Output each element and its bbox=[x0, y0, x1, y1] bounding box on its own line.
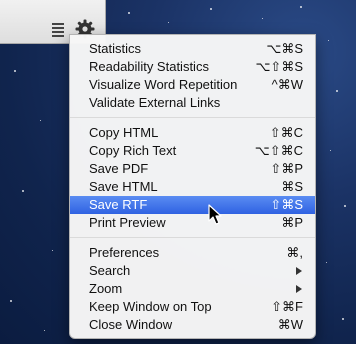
menu-item-save-rtf[interactable]: Save RTF ⇧⌘S bbox=[70, 196, 315, 214]
star bbox=[330, 150, 331, 151]
star bbox=[168, 22, 169, 23]
menu-item-label: Copy Rich Text bbox=[89, 143, 177, 158]
star bbox=[328, 40, 329, 41]
menu-item-shortcut: ⇧⌘P bbox=[270, 161, 303, 176]
submenu-arrow-icon bbox=[296, 285, 302, 293]
menu-item-label: Close Window bbox=[89, 317, 173, 332]
menu-item-statistics[interactable]: Statistics ⌥⌘S bbox=[70, 40, 315, 58]
menu-item-shortcut: ⌘W bbox=[277, 317, 303, 332]
menu-item-label: Zoom bbox=[89, 281, 123, 296]
menu-item-readability-statistics[interactable]: Readability Statistics ⌥⇧⌘S bbox=[70, 58, 315, 76]
star bbox=[344, 205, 346, 207]
star bbox=[336, 90, 338, 92]
menu-item-shortcut: ⇧⌘S bbox=[270, 197, 303, 212]
star bbox=[40, 120, 41, 121]
menu-item-validate-external-links[interactable]: Validate External Links bbox=[70, 94, 315, 112]
menu-item-shortcut: ⌘, bbox=[286, 245, 303, 260]
mouse-pointer-icon bbox=[208, 204, 222, 225]
menu-item-search[interactable]: Search bbox=[70, 262, 315, 280]
menu-item-label: Validate External Links bbox=[89, 95, 221, 110]
menu-item-shortcut: ⌥⇧⌘C bbox=[254, 143, 303, 158]
star bbox=[22, 190, 24, 192]
menu-item-shortcut: ⌥⌘S bbox=[266, 41, 303, 56]
menu-item-save-pdf[interactable]: Save PDF ⇧⌘P bbox=[70, 160, 315, 178]
submenu-arrow-icon bbox=[296, 267, 302, 275]
menu-item-shortcut: ⌥⇧⌘S bbox=[255, 59, 303, 74]
menu-item-shortcut: ⇧⌘C bbox=[269, 125, 303, 140]
menu-item-shortcut: ⇧⌘F bbox=[271, 299, 303, 314]
menu-item-label: Save HTML bbox=[89, 179, 158, 194]
menu-item-label: Statistics bbox=[89, 41, 142, 56]
menu-item-label: Print Preview bbox=[89, 215, 166, 230]
menu-item-shortcut: ⌘S bbox=[281, 179, 303, 194]
menu-item-copy-rich-text[interactable]: Copy Rich Text ⌥⇧⌘C bbox=[70, 142, 315, 160]
menu-item-label: Save RTF bbox=[89, 197, 148, 212]
star bbox=[262, 18, 263, 19]
menu-item-label: Search bbox=[89, 263, 131, 278]
menu-separator bbox=[70, 117, 315, 118]
menu-separator bbox=[70, 237, 315, 238]
menu-item-label: Visualize Word Repetition bbox=[89, 77, 238, 92]
menu-item-copy-html[interactable]: Copy HTML ⇧⌘C bbox=[70, 124, 315, 142]
star bbox=[44, 330, 45, 331]
menu-item-print-preview[interactable]: Print Preview ⌘P bbox=[70, 214, 315, 232]
menu-item-zoom[interactable]: Zoom bbox=[70, 280, 315, 298]
context-menu: Statistics ⌥⌘S Readability Statistics ⌥⇧… bbox=[69, 34, 316, 339]
star bbox=[10, 300, 12, 302]
menu-item-label: Save PDF bbox=[89, 161, 149, 176]
star bbox=[128, 12, 130, 14]
menu-item-keep-window-on-top[interactable]: Keep Window on Top ⇧⌘F bbox=[70, 298, 315, 316]
star bbox=[342, 318, 344, 320]
star bbox=[300, 6, 302, 8]
menu-item-label: Copy HTML bbox=[89, 125, 159, 140]
star bbox=[52, 250, 53, 251]
menu-item-close-window[interactable]: Close Window ⌘W bbox=[70, 316, 315, 334]
menu-item-save-html[interactable]: Save HTML ⌘S bbox=[70, 178, 315, 196]
list-icon[interactable] bbox=[48, 19, 68, 39]
menu-item-shortcut: ^⌘W bbox=[271, 77, 303, 92]
star bbox=[210, 8, 212, 10]
menu-item-label: Readability Statistics bbox=[89, 59, 209, 74]
star bbox=[326, 262, 327, 263]
menu-item-shortcut: ⌘P bbox=[281, 215, 303, 230]
menu-item-preferences[interactable]: Preferences ⌘, bbox=[70, 244, 315, 262]
menu-item-label: Keep Window on Top bbox=[89, 299, 212, 314]
menu-item-label: Preferences bbox=[89, 245, 160, 260]
menu-item-visualize-word-repetition[interactable]: Visualize Word Repetition ^⌘W bbox=[70, 76, 315, 94]
star bbox=[14, 70, 16, 72]
